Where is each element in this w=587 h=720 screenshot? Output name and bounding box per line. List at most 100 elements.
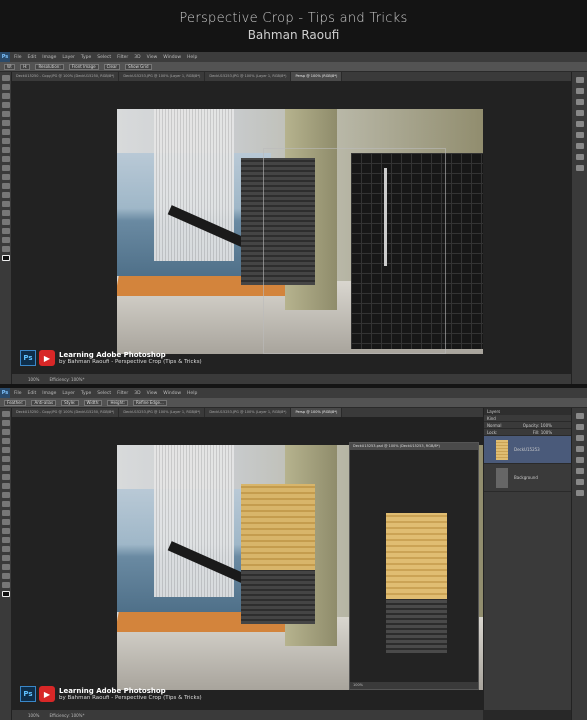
shape-tool-icon[interactable] — [2, 564, 10, 570]
eyedropper-tool-icon[interactable] — [2, 120, 10, 126]
dodge-tool-icon[interactable] — [2, 528, 10, 534]
properties-panel-icon[interactable] — [576, 424, 584, 430]
anti-alias-checkbox[interactable]: Anti-alias — [31, 399, 57, 406]
doc-tab[interactable]: DeckU15253.JPG @ 100% (Layer 1, RGB/8*) — [205, 72, 292, 81]
properties-panel-icon[interactable] — [576, 88, 584, 94]
history-brush-icon[interactable] — [2, 156, 10, 162]
eraser-tool-icon[interactable] — [2, 165, 10, 171]
menu-image[interactable]: Image — [42, 391, 56, 396]
height-field[interactable]: H: — [20, 63, 31, 70]
doc-tab[interactable]: DeckU15253.JPG @ 100% (Layer 1, RGB/8*) — [119, 408, 206, 417]
height-field[interactable]: Height: — [107, 399, 129, 406]
lasso-tool-icon[interactable] — [2, 93, 10, 99]
menu-window[interactable]: Window — [163, 391, 181, 396]
menu-select[interactable]: Select — [97, 55, 111, 60]
doc-tab[interactable]: DeckU15253.JPG @ 100% (Layer 1, RGB/8*) — [119, 72, 206, 81]
swatches-panel-icon[interactable] — [576, 457, 584, 463]
menu-layer[interactable]: Layer — [62, 55, 75, 60]
doc-tab-active[interactable]: Persp @ 100% (RGB/8*) — [291, 72, 343, 81]
hand-tool-icon[interactable] — [2, 237, 10, 243]
width-field[interactable]: W: — [4, 63, 16, 70]
adjustments-panel-icon[interactable] — [576, 435, 584, 441]
width-field[interactable]: Width: — [83, 399, 103, 406]
zoom-tool-icon[interactable] — [2, 582, 10, 588]
move-tool-icon[interactable] — [2, 411, 10, 417]
doc-tab[interactable]: DeckU15250 - Copy.JPG @ 100% (DeckU15250… — [12, 408, 120, 417]
marquee-tool-icon[interactable] — [2, 420, 10, 426]
path-select-icon[interactable] — [2, 219, 10, 225]
menu-view[interactable]: View — [147, 391, 158, 396]
doc-tab[interactable]: DeckU15250 - Copy.JPG @ 100% (DeckU15250… — [12, 72, 120, 81]
menu-type[interactable]: Type — [81, 391, 91, 396]
canvas-area[interactable]: DeckU15253.psd @ 100% (DeckU15253, RGB/8… — [12, 417, 483, 710]
menu-image[interactable]: Image — [42, 55, 56, 60]
menu-select[interactable]: Select — [97, 391, 111, 396]
stamp-tool-icon[interactable] — [2, 147, 10, 153]
canvas-area[interactable]: Ps ▶ Learning Adobe Photoshop by Bahman … — [12, 81, 571, 374]
type-tool-icon[interactable] — [2, 210, 10, 216]
history-brush-icon[interactable] — [2, 492, 10, 498]
crop-tool-icon[interactable] — [2, 447, 10, 453]
gradient-tool-icon[interactable] — [2, 174, 10, 180]
healing-tool-icon[interactable] — [2, 129, 10, 135]
floating-doc-title[interactable]: DeckU15253.psd @ 100% (DeckU15253, RGB/8… — [350, 443, 478, 450]
doc-tab-active[interactable]: Persp @ 100% (RGB/8*) — [291, 408, 343, 417]
zoom-tool-icon[interactable] — [2, 246, 10, 252]
gradient-tool-icon[interactable] — [2, 510, 10, 516]
color-panel-icon[interactable] — [576, 446, 584, 452]
menu-help[interactable]: Help — [187, 55, 197, 60]
blur-tool-icon[interactable] — [2, 183, 10, 189]
menu-edit[interactable]: Edit — [28, 55, 37, 60]
path-select-icon[interactable] — [2, 555, 10, 561]
pen-tool-icon[interactable] — [2, 537, 10, 543]
floating-document-window[interactable]: DeckU15253.psd @ 100% (DeckU15253, RGB/8… — [349, 442, 479, 690]
layers-panel-title[interactable]: Layers — [484, 408, 571, 415]
hand-tool-icon[interactable] — [2, 573, 10, 579]
crop-frame[interactable] — [263, 148, 447, 354]
marquee-tool-icon[interactable] — [2, 84, 10, 90]
menu-filter[interactable]: Filter — [117, 55, 128, 60]
menu-window[interactable]: Window — [163, 55, 181, 60]
history-panel-icon[interactable] — [576, 413, 584, 419]
doc-tab[interactable]: DeckU15253.JPG @ 100% (Layer 1, RGB/8*) — [205, 408, 292, 417]
opacity-field[interactable]: Opacity: 100% — [523, 423, 552, 428]
blend-mode-select[interactable]: Normal — [487, 423, 501, 428]
adjustments-panel-icon[interactable] — [576, 99, 584, 105]
lasso-tool-icon[interactable] — [2, 429, 10, 435]
zoom-level[interactable]: 100% — [28, 713, 39, 718]
foreground-color-icon[interactable] — [2, 591, 10, 597]
fill-field[interactable]: Fill: 100% — [533, 430, 552, 435]
dodge-tool-icon[interactable] — [2, 192, 10, 198]
history-panel-icon[interactable] — [576, 77, 584, 83]
blur-tool-icon[interactable] — [2, 519, 10, 525]
quick-select-tool-icon[interactable] — [2, 102, 10, 108]
quick-select-tool-icon[interactable] — [2, 438, 10, 444]
brush-tool-icon[interactable] — [2, 138, 10, 144]
menu-3d[interactable]: 3D — [134, 391, 140, 396]
style-select[interactable]: Style: — [61, 399, 79, 406]
front-image-button[interactable]: Front Image — [68, 63, 99, 70]
stamp-tool-icon[interactable] — [2, 483, 10, 489]
menu-3d[interactable]: 3D — [134, 55, 140, 60]
shape-tool-icon[interactable] — [2, 228, 10, 234]
menu-file[interactable]: File — [14, 391, 22, 396]
pen-tool-icon[interactable] — [2, 201, 10, 207]
brush-tool-icon[interactable] — [2, 474, 10, 480]
resolution-field[interactable]: Resolution: — [35, 63, 64, 70]
eraser-tool-icon[interactable] — [2, 501, 10, 507]
foreground-color-icon[interactable] — [2, 255, 10, 261]
refine-edge-button[interactable]: Refine Edge... — [133, 399, 167, 406]
layer-kind-filter[interactable]: Kind — [484, 415, 571, 422]
show-grid-checkbox[interactable]: Show Grid — [125, 63, 152, 70]
paths-panel-icon[interactable] — [576, 165, 584, 171]
color-panel-icon[interactable] — [576, 110, 584, 116]
eyedropper-tool-icon[interactable] — [2, 456, 10, 462]
menu-file[interactable]: File — [14, 55, 22, 60]
healing-tool-icon[interactable] — [2, 465, 10, 471]
menu-help[interactable]: Help — [187, 391, 197, 396]
layers-panel-icon[interactable] — [576, 143, 584, 149]
move-tool-icon[interactable] — [2, 75, 10, 81]
layer-row-deck[interactable]: DeckU15253 — [484, 436, 571, 464]
menu-filter[interactable]: Filter — [117, 391, 128, 396]
room-photo[interactable] — [117, 109, 483, 354]
